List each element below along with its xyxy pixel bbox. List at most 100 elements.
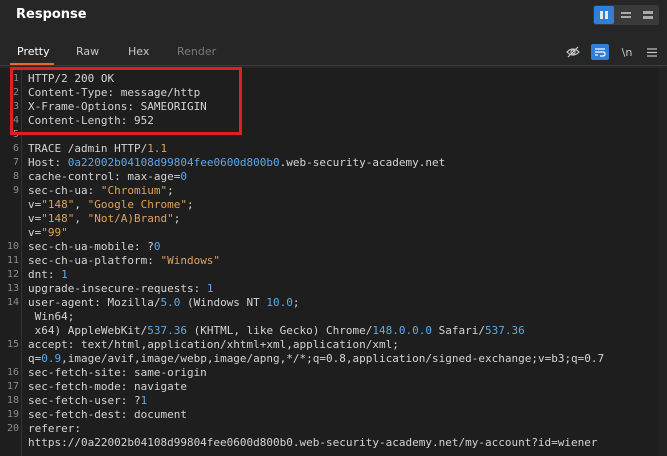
code-text: sec-ch-ua: "Chromium"; bbox=[28, 184, 174, 198]
code-token: sec-fetch-dest: document bbox=[28, 408, 187, 421]
code-text: Host: 0a22002b04108d99804fee0600d800b0.w… bbox=[28, 156, 445, 170]
line-number: 16 bbox=[6, 367, 19, 378]
code-line: 13 upgrade-insecure-requests: 1 bbox=[0, 282, 667, 296]
code-token: (KHTML, like Gecko) Chrome/ bbox=[186, 324, 373, 337]
line-number: 11 bbox=[6, 255, 19, 266]
code-line: v="99" bbox=[0, 226, 667, 240]
code-text: v="148", "Google Chrome"; bbox=[28, 198, 194, 212]
code-token: 1 bbox=[61, 268, 68, 281]
code-token: "148" bbox=[41, 198, 75, 211]
code-line: x64) AppleWebKit/537.36 (KHTML, like Gec… bbox=[0, 324, 667, 338]
code-line: 7 Host: 0a22002b04108d99804fee0600d800b0.… bbox=[0, 156, 667, 170]
line-number: 9 bbox=[12, 185, 19, 196]
code-token: 148.0.0.0 bbox=[372, 324, 433, 337]
code-line: 20 referer: bbox=[0, 422, 667, 436]
tab-pretty[interactable]: Pretty bbox=[17, 45, 50, 58]
code-line: 9 sec-ch-ua: "Chromium"; bbox=[0, 184, 667, 198]
line-number: 8 bbox=[12, 171, 19, 182]
code-text: accept: text/html,application/xhtml+xml,… bbox=[28, 338, 399, 352]
code-text: sec-ch-ua-mobile: ?0 bbox=[28, 240, 160, 254]
highlight-annotation bbox=[10, 67, 242, 135]
code-line: q=0.9,image/avif,image/webp,image/apng,*… bbox=[0, 352, 667, 366]
tab-hex[interactable]: Hex bbox=[128, 45, 149, 58]
newline-toggle[interactable]: \n bbox=[619, 44, 635, 60]
code-text: x64) AppleWebKit/537.36 (KHTML, like Gec… bbox=[28, 324, 525, 338]
code-token: cache-control: max-age= bbox=[28, 170, 181, 183]
code-token: "99" bbox=[41, 226, 68, 239]
code-text: Win64; bbox=[28, 310, 75, 324]
code-token: x64) AppleWebKit/ bbox=[28, 324, 148, 337]
code-token: 537.36 bbox=[485, 324, 525, 337]
code-token: 1.1 bbox=[147, 142, 168, 155]
code-token: sec-ch-ua-mobile: ? bbox=[28, 240, 154, 253]
code-token: 5.0 bbox=[160, 296, 181, 309]
code-text: https://0a22002b04108d99804fee0600d800b0… bbox=[28, 436, 598, 450]
menu-icon[interactable] bbox=[644, 44, 660, 60]
code-token: 1 bbox=[206, 282, 214, 295]
line-number: 15 bbox=[6, 339, 19, 350]
layout-switcher bbox=[593, 5, 659, 25]
code-line: v="148", "Google Chrome"; bbox=[0, 198, 667, 212]
code-token: Safari/ bbox=[432, 324, 485, 337]
code-token: 537.36 bbox=[147, 324, 187, 337]
code-line: 19 sec-fetch-dest: document bbox=[0, 408, 667, 422]
code-token: , bbox=[74, 198, 88, 211]
code-token: "Not/A)Brand" bbox=[87, 212, 174, 225]
code-token: https://0a22002b04108d99804fee0600d800b0… bbox=[28, 436, 598, 449]
code-token: sec-ch-ua-platform: bbox=[28, 254, 161, 267]
code-token: Win64; bbox=[28, 310, 75, 323]
code-line: 16 sec-fetch-site: same-origin bbox=[0, 366, 667, 380]
code-line: v="148", "Not/A)Brand"; bbox=[0, 212, 667, 226]
code-text: upgrade-insecure-requests: 1 bbox=[28, 282, 213, 296]
code-line: 17 sec-fetch-mode: navigate bbox=[0, 380, 667, 394]
code-line: 11 sec-ch-ua-platform: "Windows" bbox=[0, 254, 667, 268]
code-text: sec-fetch-user: ?1 bbox=[28, 394, 147, 408]
code-token: referer: bbox=[28, 422, 81, 435]
code-token: "Chromium" bbox=[100, 184, 168, 197]
tab-raw[interactable]: Raw bbox=[76, 45, 99, 58]
line-number: 10 bbox=[6, 241, 19, 252]
code-text: q=0.9,image/avif,image/webp,image/apng,*… bbox=[28, 352, 604, 366]
code-line: 8 cache-control: max-age=0 bbox=[0, 170, 667, 184]
code-text: sec-fetch-dest: document bbox=[28, 408, 187, 422]
panel-title: Response bbox=[16, 7, 87, 22]
code-token: 0.9 bbox=[41, 352, 62, 365]
code-token: 1 bbox=[140, 394, 148, 407]
tabs-layout-icon[interactable] bbox=[638, 6, 658, 24]
code-token: "Google Chrome" bbox=[87, 198, 187, 211]
line-number: 19 bbox=[6, 409, 19, 420]
code-text: referer: bbox=[28, 422, 81, 436]
code-token: .web-security-academy.net bbox=[279, 156, 446, 169]
wrap-icon[interactable] bbox=[591, 44, 609, 60]
code-line: 6 TRACE /admin HTTP/1.1 bbox=[0, 142, 667, 156]
code-text: cache-control: max-age=0 bbox=[28, 170, 187, 184]
code-token: ,image/avif,image/webp,image/apng,*/*;q=… bbox=[61, 352, 605, 365]
code-token: ; bbox=[167, 184, 174, 197]
code-line: 10 sec-ch-ua-mobile: ?0 bbox=[0, 240, 667, 254]
line-number: 20 bbox=[6, 423, 19, 434]
top-bottom-layout-icon[interactable] bbox=[616, 6, 636, 24]
code-token: sec-fetch-mode: navigate bbox=[28, 380, 187, 393]
code-token: "Windows" bbox=[160, 254, 221, 267]
line-number: 14 bbox=[6, 297, 19, 308]
code-text: sec-fetch-site: same-origin bbox=[28, 366, 207, 380]
code-token: sec-ch-ua: bbox=[28, 184, 101, 197]
eye-slash-icon[interactable] bbox=[564, 44, 582, 60]
code-line: https://0a22002b04108d99804fee0600d800b0… bbox=[0, 436, 667, 450]
code-text: TRACE /admin HTTP/1.1 bbox=[28, 142, 167, 156]
code-token: 0 bbox=[180, 170, 187, 183]
code-token: TRACE /admin HTTP/ bbox=[28, 142, 148, 155]
code-line: 12 dnt: 1 bbox=[0, 268, 667, 282]
code-text: v="148", "Not/A)Brand"; bbox=[28, 212, 180, 226]
vertical-scrollbar[interactable] bbox=[659, 68, 667, 456]
code-token: sec-fetch-user: ? bbox=[28, 394, 141, 407]
code-token: ; bbox=[173, 212, 181, 225]
line-number: 12 bbox=[6, 269, 19, 280]
side-by-side-layout-icon[interactable] bbox=[594, 6, 614, 24]
code-token: ; bbox=[186, 198, 194, 211]
tab-render[interactable]: Render bbox=[177, 45, 216, 58]
code-text: user-agent: Mozilla/5.0 (Windows NT 10.0… bbox=[28, 296, 300, 310]
code-token: "148" bbox=[41, 212, 75, 225]
line-number: 17 bbox=[6, 381, 19, 392]
line-number: 18 bbox=[6, 395, 19, 406]
